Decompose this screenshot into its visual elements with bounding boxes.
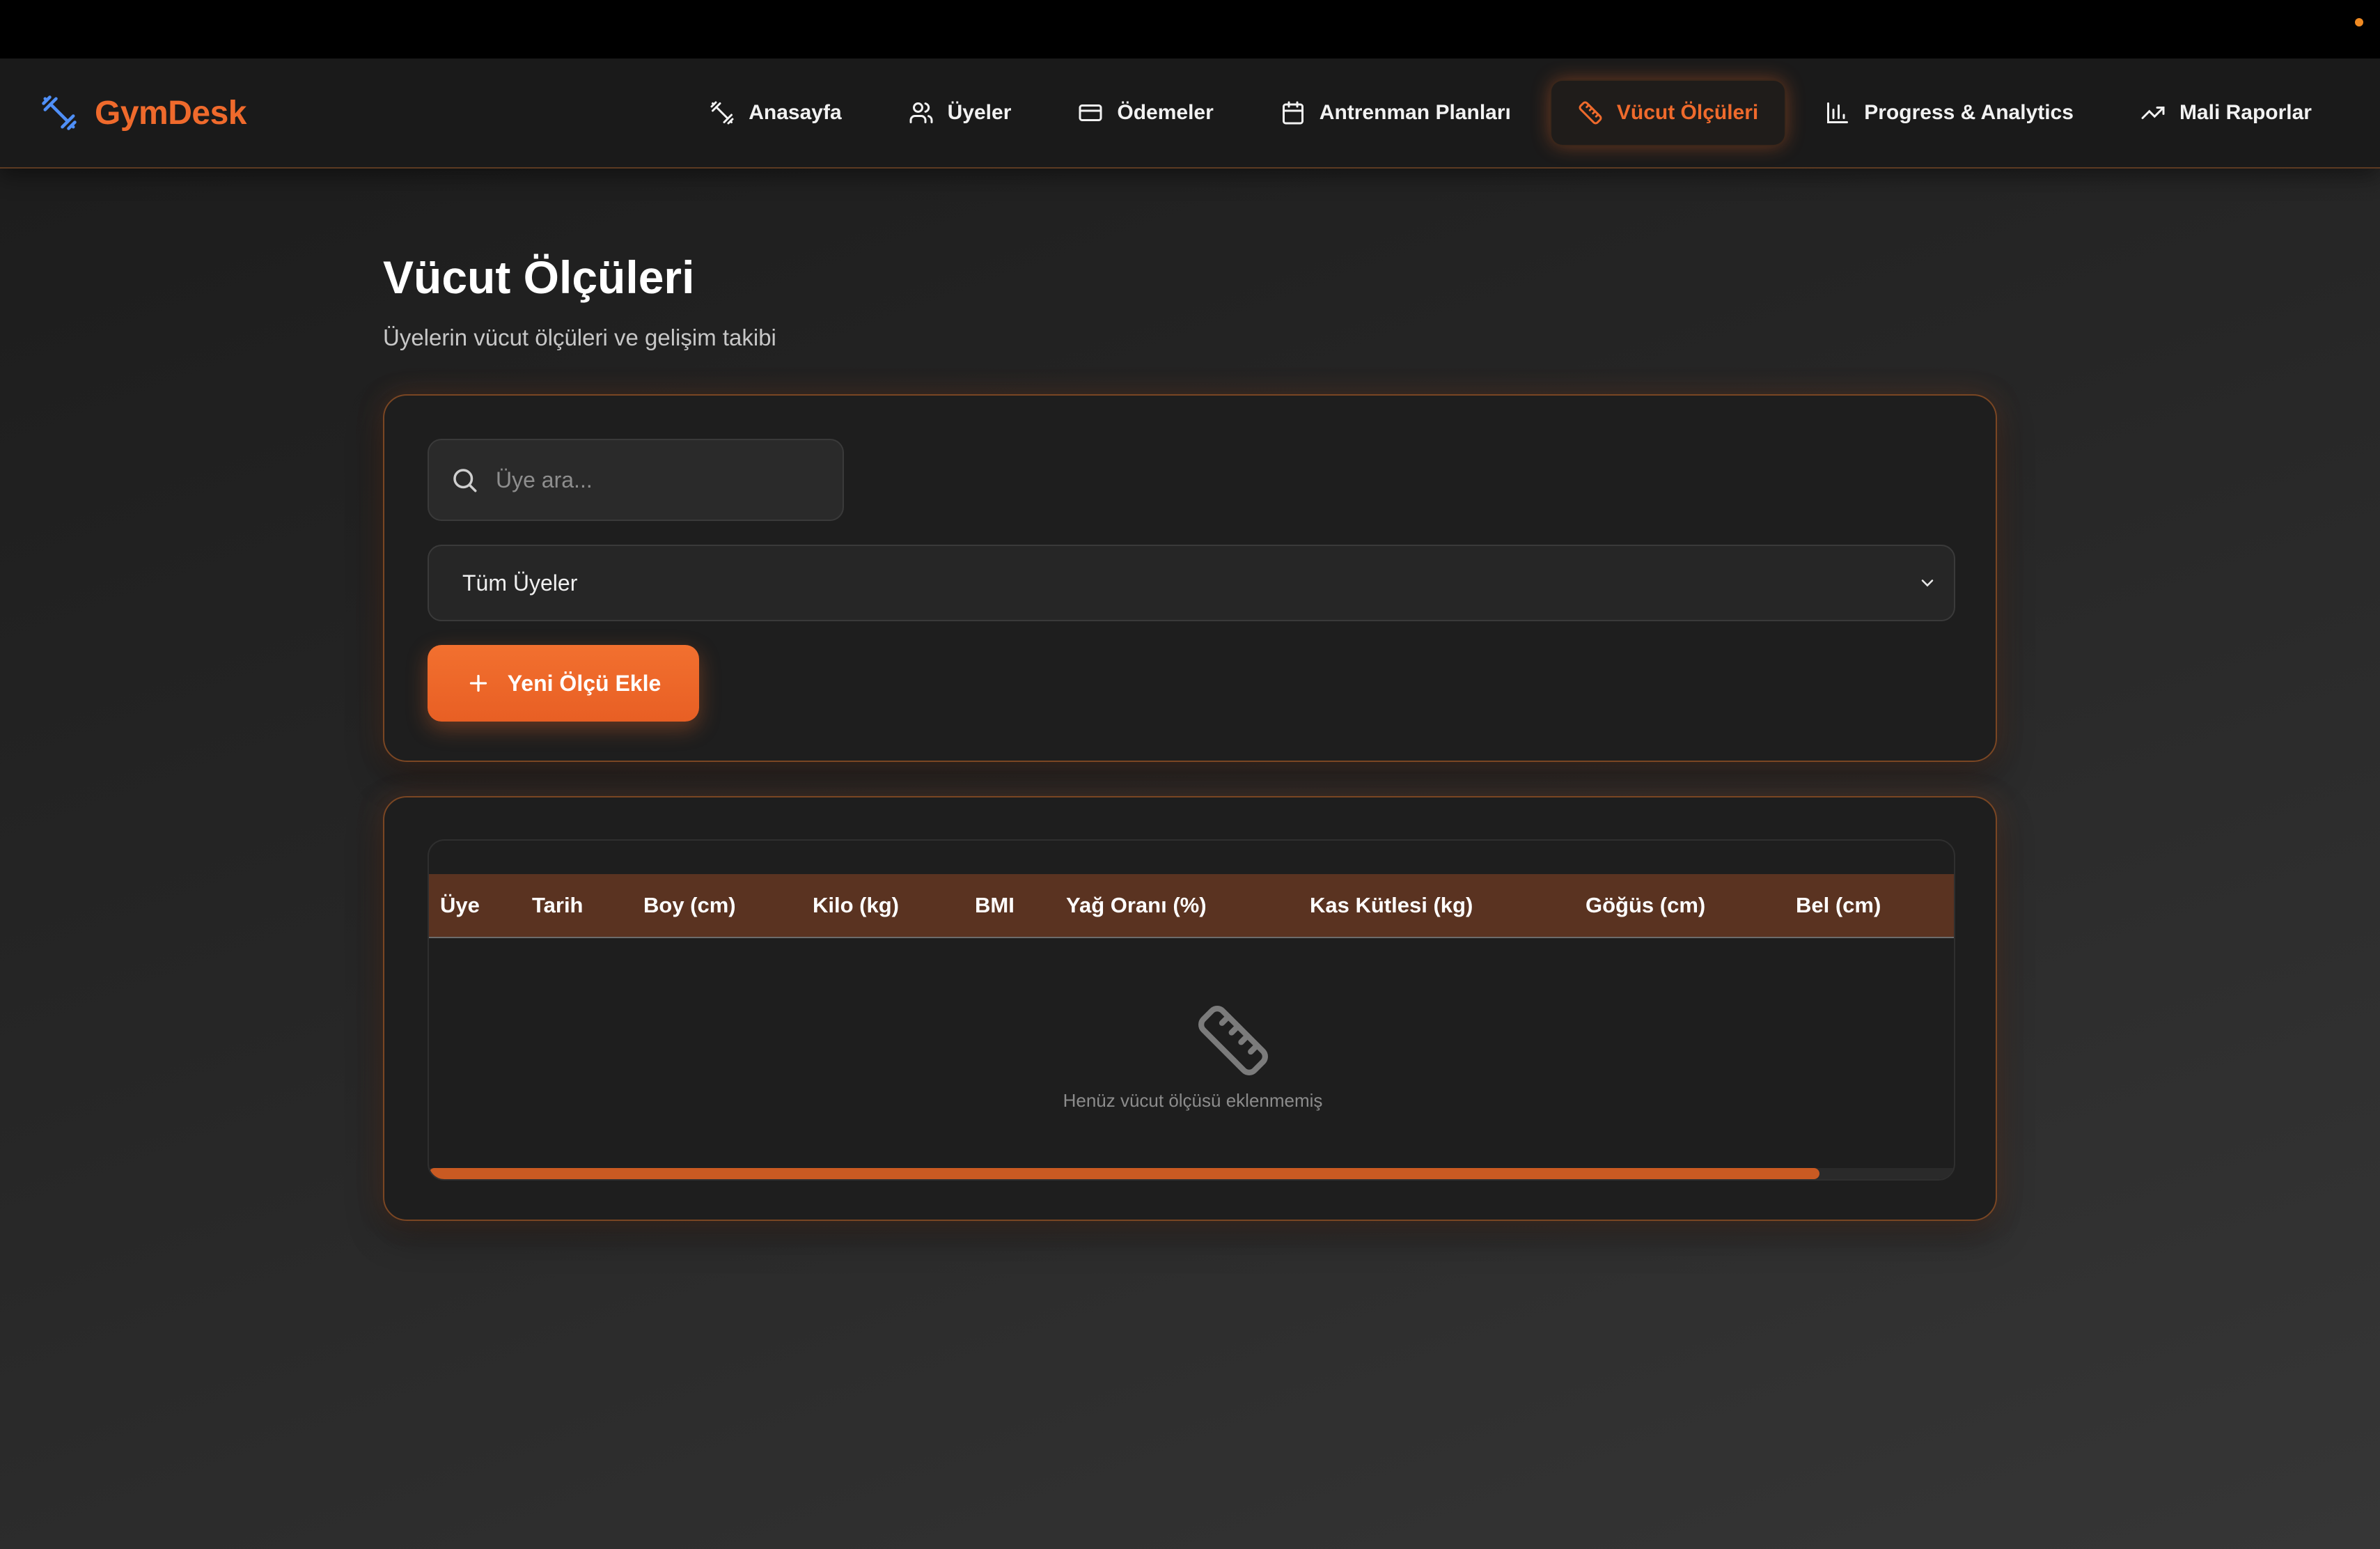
brand-name: GymDesk [95, 94, 246, 132]
measurements-table: Üye Tarih Boy (cm) Kilo (kg) BMI Yağ Ora… [428, 839, 1955, 1181]
column-header-bel[interactable]: Bel (cm) [1796, 874, 1881, 937]
search-icon [453, 469, 477, 492]
add-measurement-label: Yeni Ölçü Ekle [507, 670, 661, 696]
column-header-bmi[interactable]: BMI [975, 874, 1015, 937]
nav-item-mali-raporlar[interactable]: Mali Raporlar [2114, 81, 2338, 145]
member-select-value: Tüm Üyeler [462, 570, 578, 596]
system-top-bar [0, 0, 2380, 59]
calendar-icon [1282, 101, 1303, 125]
nav-item-uyeler[interactable]: Üyeler [882, 81, 1038, 145]
trending-up-icon [2141, 107, 2165, 119]
horizontal-scrollbar[interactable] [429, 1168, 1954, 1179]
bar-chart-icon [1827, 102, 1849, 123]
plus-icon [469, 674, 487, 692]
column-header-kas-kutlesi[interactable]: Kas Kütlesi (kg) [1310, 874, 1473, 937]
ruler-icon [1198, 1006, 1268, 1075]
empty-state-message: Henüz vücut ölçüsü eklenmemiş [1063, 1090, 1323, 1111]
column-header-gogus[interactable]: Göğüs (cm) [1586, 874, 1705, 937]
users-icon [909, 102, 933, 123]
nav-item-label: Mali Raporlar [2179, 101, 2312, 124]
page-title: Vücut Ölçüleri [383, 251, 695, 303]
search-box[interactable] [428, 439, 844, 521]
nav-menu: Anasayfa Üyeler Ödemeler Antrenman Planl… [669, 81, 2338, 145]
scrollbar-thumb[interactable] [429, 1168, 1819, 1179]
dumbbell-icon [42, 95, 77, 130]
table-header: Üye Tarih Boy (cm) Kilo (kg) BMI Yağ Ora… [429, 874, 1954, 938]
nav-item-label: Üyeler [947, 101, 1012, 124]
column-header-boy[interactable]: Boy (cm) [643, 874, 736, 937]
nav-item-progress-analytics[interactable]: Progress & Analytics [1799, 81, 2100, 145]
brand-logo[interactable]: GymDesk [40, 91, 246, 135]
status-dot [2355, 18, 2363, 26]
dumbbell-icon [710, 101, 734, 125]
nav-item-label: Ödemeler [1117, 101, 1214, 124]
nav-item-label: Progress & Analytics [1864, 101, 2074, 124]
nav-item-label: Vücut Ölçüleri [1616, 101, 1759, 124]
nav-item-anasayfa[interactable]: Anasayfa [683, 81, 868, 145]
column-header-uye[interactable]: Üye [440, 874, 480, 937]
credit-card-icon [1079, 104, 1102, 121]
ruler-icon [1579, 101, 1602, 125]
nav-item-label: Anasayfa [749, 101, 842, 124]
nav-item-vucut-olculeri[interactable]: Vücut Ölçüleri [1551, 81, 1785, 145]
column-header-kilo[interactable]: Kilo (kg) [813, 874, 899, 937]
measurements-card: Üye Tarih Boy (cm) Kilo (kg) BMI Yağ Ora… [383, 796, 1997, 1221]
member-select[interactable]: Tüm Üyeler [428, 545, 1955, 621]
column-header-yag-orani[interactable]: Yağ Oranı (%) [1066, 874, 1207, 937]
nav-item-label: Antrenman Planları [1319, 101, 1511, 124]
top-navbar: GymDesk Anasayfa Üyeler Ödemeler Antrenm… [0, 59, 2380, 169]
chevron-down-icon [1921, 579, 1934, 587]
page-subtitle: Üyelerin vücut ölçüleri ve gelişim takib… [383, 325, 776, 350]
filter-card: Tüm Üyeler Yeni Ölçü Ekle [383, 394, 1997, 762]
add-measurement-button[interactable]: Yeni Ölçü Ekle [428, 645, 699, 722]
nav-item-odemeler[interactable]: Ödemeler [1051, 81, 1239, 145]
nav-item-antrenman-planlari[interactable]: Antrenman Planları [1254, 81, 1537, 145]
column-header-tarih[interactable]: Tarih [532, 874, 584, 937]
search-input[interactable] [494, 466, 817, 494]
